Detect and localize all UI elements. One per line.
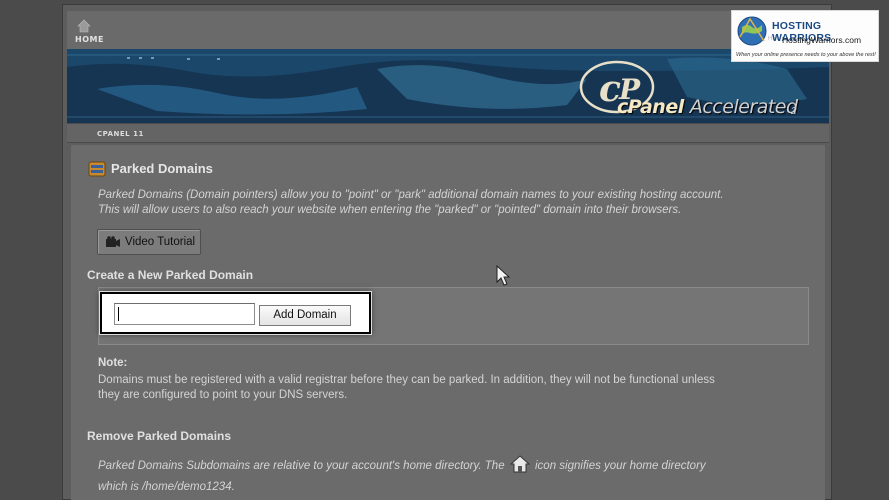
cpanel-version-subscript: 2	[791, 106, 797, 117]
add-domain-button[interactable]: Add Domain	[259, 305, 351, 326]
cpanel-banner: c P cPanel Accelerated 2	[67, 49, 829, 123]
home-link[interactable]: HOME	[75, 35, 104, 44]
page-title: Parked Domains	[111, 161, 213, 176]
watermark-url: HostingWarriors.com	[782, 35, 862, 45]
watermark-tagline: When your online presence needs to your …	[736, 52, 876, 58]
cursor-icon	[496, 265, 510, 286]
page-description: Parked Domains (Domain pointers) allow y…	[98, 189, 724, 216]
top-nav-bar: HOME	[67, 11, 829, 49]
camera-icon	[106, 236, 120, 247]
text-caret	[118, 307, 119, 321]
note-text: Domains must be registered with a valid …	[98, 374, 715, 401]
domain-input[interactable]	[114, 303, 255, 325]
create-domain-heading: Create a New Parked Domain	[87, 268, 254, 282]
home-directory-icon	[509, 455, 530, 473]
parked-domains-icon	[88, 161, 106, 177]
cpanel-window: HOME c P cPanel Accelerated 2 CPANEL 11 …	[62, 4, 832, 500]
version-bar: CPANEL 11	[67, 123, 829, 143]
version-label: CPANEL 11	[97, 130, 144, 138]
home-icon[interactable]	[77, 19, 91, 33]
video-tutorial-button[interactable]: Video Tutorial	[97, 229, 201, 255]
globe-icon	[737, 16, 767, 46]
add-domain-form: Add Domain	[100, 292, 371, 334]
hosting-warriors-watermark: HEL HOSTING WARRIORS HostingWarriors.com…	[731, 10, 879, 62]
remove-domains-heading: Remove Parked Domains	[87, 429, 232, 443]
remove-domains-text: Parked Domains Subdomains are relative t…	[98, 455, 798, 498]
video-tutorial-label: Video Tutorial	[125, 236, 196, 248]
note-title: Note:	[98, 357, 128, 369]
cpanel-brand-text: cPanel Accelerated	[617, 96, 798, 118]
